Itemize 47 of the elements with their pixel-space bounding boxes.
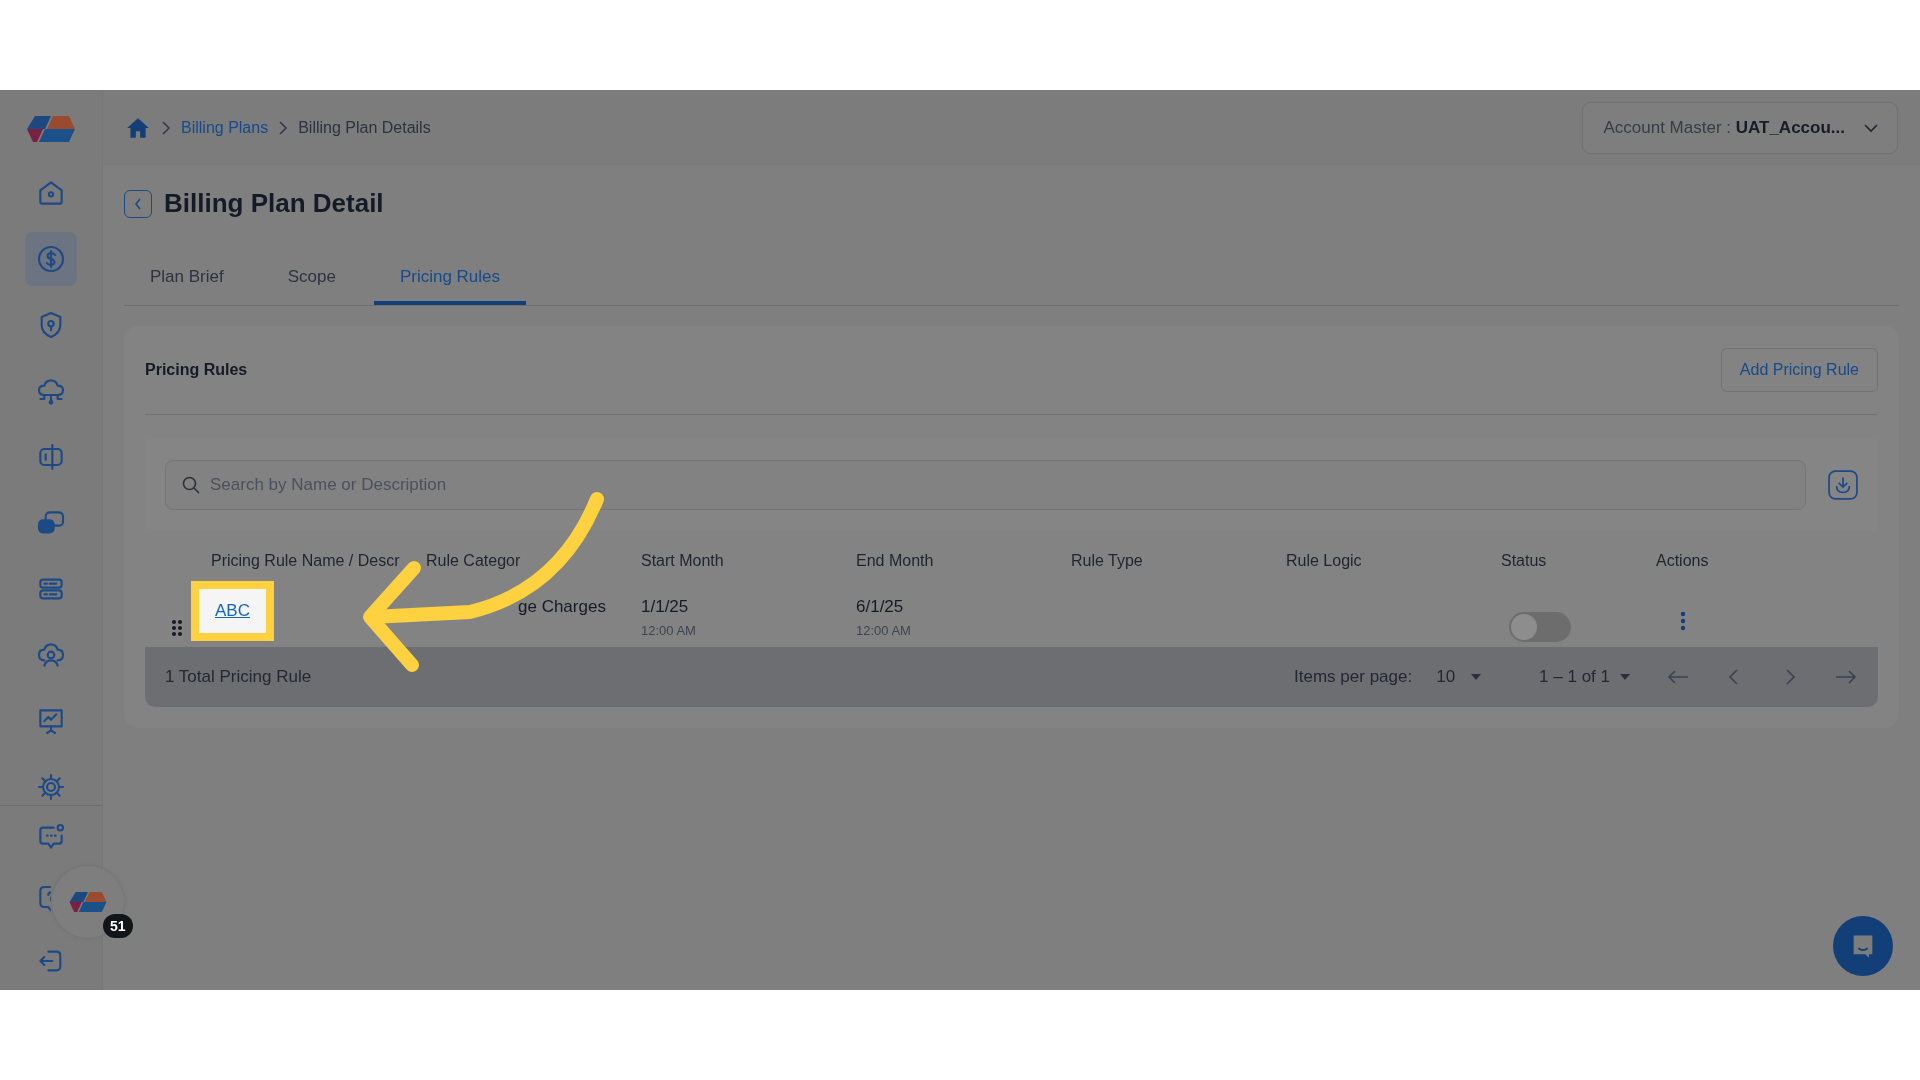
table-cell-text: 12:00 AM: [856, 623, 912, 638]
chevron-icon: [278, 119, 289, 136]
status-toggle[interactable]: [1509, 612, 1571, 642]
items-per-page-select[interactable]: 10: [1432, 667, 1486, 687]
breadcrumb-current: Billing Plan Details: [298, 118, 431, 137]
table-cell-text: 12:00 AM: [641, 623, 697, 638]
items-per-page-label: Items per page:: [1294, 667, 1413, 687]
logo-icon: [68, 890, 108, 914]
chevron-icon: [161, 119, 171, 136]
table-cell-text: 1/1/25: [641, 597, 690, 617]
section-title: Pricing Rules: [145, 361, 248, 379]
last-page-icon[interactable]: [1834, 669, 1858, 685]
tab[interactable]: Scope: [261, 255, 362, 305]
column-header: Status: [1501, 552, 1548, 570]
dropdown-icon: [1620, 674, 1630, 680]
add-pricing-rule-button[interactable]: Add Pricing Rule: [1720, 348, 1878, 392]
chevron-down-icon: [1863, 122, 1879, 133]
account-selector[interactable]: Account Master : UAT_Accou...: [1582, 101, 1898, 154]
column-header: Rule Type: [1071, 552, 1144, 570]
notification-badge: 51: [103, 914, 133, 938]
column-header: Rule Logic: [1286, 552, 1363, 570]
drag-handle-icon[interactable]: [171, 619, 183, 637]
chevron-left-icon: [133, 196, 143, 211]
dropdown-icon: [1471, 674, 1482, 680]
breadcrumb-link[interactable]: Billing Plans: [181, 118, 269, 137]
column-header: End Month: [856, 552, 935, 570]
column-header: Start Month: [641, 552, 725, 570]
more-icon[interactable]: [1680, 611, 1686, 631]
column-header: Rule Categor: [426, 552, 522, 570]
download-icon[interactable]: [1828, 470, 1858, 500]
page-range-select[interactable]: 1 – 1 of 1: [1535, 667, 1634, 687]
tab[interactable]: Pricing Rules: [373, 255, 527, 305]
tab[interactable]: Plan Brief: [124, 255, 250, 305]
column-header: Actions: [1656, 552, 1710, 570]
rule-name-link[interactable]: ABC: [191, 581, 274, 641]
table-cell-text: ge Charges: [517, 596, 607, 617]
search-field[interactable]: Search by Name or Description: [165, 460, 1806, 510]
page-title: Billing Plan Detail: [164, 188, 384, 219]
chat-button[interactable]: [1833, 916, 1893, 976]
sidebar-item[interactable]: [25, 232, 77, 286]
column-header: Pricing Rule Name / Descr: [211, 552, 401, 570]
total-count: 1 Total Pricing Rule: [165, 667, 312, 687]
back-button[interactable]: [124, 189, 152, 218]
logo-icon: [25, 114, 77, 144]
dollar-icon: [35, 243, 67, 275]
first-page-icon[interactable]: [1666, 669, 1690, 685]
table-cell-text: 6/1/25: [856, 597, 905, 617]
